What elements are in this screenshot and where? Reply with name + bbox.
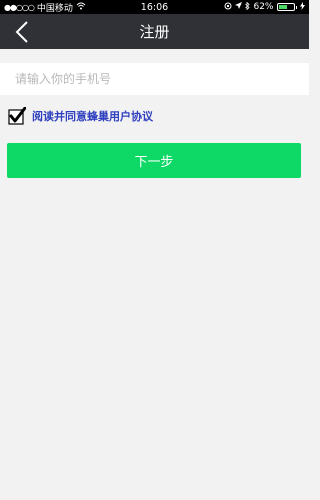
nav-bar: 注册 bbox=[0, 14, 309, 49]
status-bar-left: ●●○○○ 中国移动 bbox=[4, 1, 86, 14]
battery-icon bbox=[276, 3, 297, 11]
status-bar: ●●○○○ 中国移动 16:06 62% bbox=[0, 0, 309, 14]
agreement-row: 阅读并同意蜂巢用户协议 bbox=[8, 106, 153, 126]
checkmark-icon bbox=[8, 107, 26, 125]
status-bar-right: 62% bbox=[224, 1, 305, 13]
signal-dots-icon: ●●○○○ bbox=[4, 2, 35, 12]
phone-input[interactable] bbox=[0, 63, 309, 95]
charging-icon bbox=[300, 1, 305, 13]
user-agreement-link[interactable]: 阅读并同意蜂巢用户协议 bbox=[32, 108, 153, 124]
location-arrow-icon bbox=[235, 2, 243, 12]
agreement-checkbox[interactable] bbox=[8, 107, 26, 125]
chevron-left-icon bbox=[15, 21, 28, 43]
phone-field-row bbox=[0, 63, 309, 95]
wifi-icon bbox=[76, 2, 86, 13]
next-button[interactable]: 下一步 bbox=[7, 143, 301, 178]
lock-rotation-icon bbox=[224, 2, 232, 13]
page-title: 注册 bbox=[139, 23, 170, 41]
back-button[interactable] bbox=[8, 18, 36, 46]
bluetooth-icon bbox=[245, 1, 251, 13]
carrier-label: 中国移动 bbox=[36, 3, 73, 14]
battery-percent: 62% bbox=[253, 2, 274, 12]
